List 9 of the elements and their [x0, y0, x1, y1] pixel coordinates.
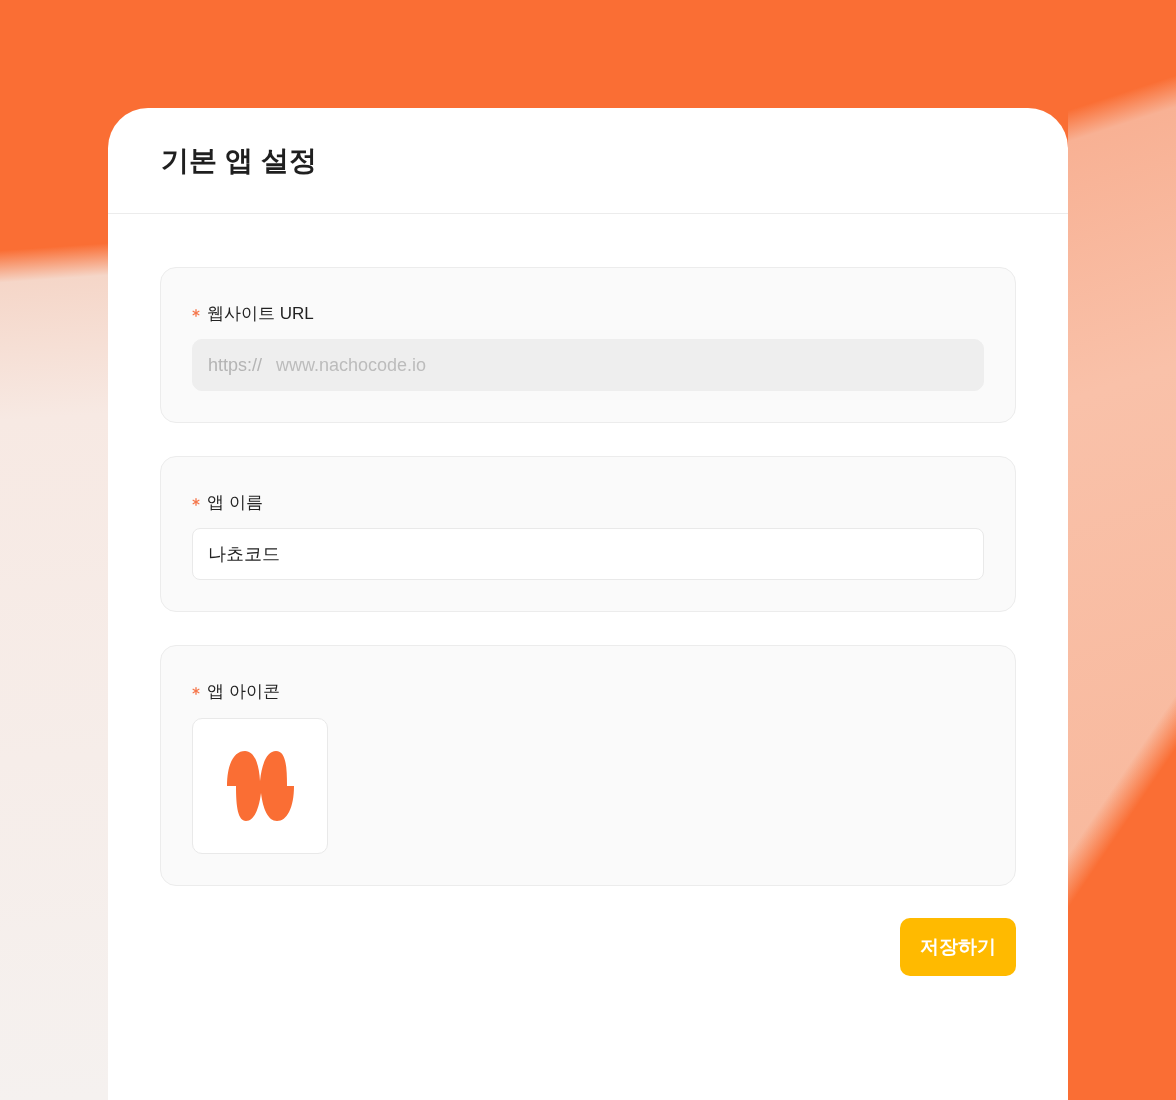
field-label: 앱 이름	[207, 491, 263, 514]
url-prefix: https://	[208, 354, 263, 376]
field-label: 앱 아이콘	[207, 680, 280, 703]
card-title: 기본 앱 설정	[161, 143, 317, 178]
wave-logo-icon	[226, 751, 294, 821]
text-field[interactable]: 나쵸코드	[192, 528, 984, 580]
icon-preview[interactable]	[192, 718, 328, 854]
save-button[interactable]: 저장하기	[900, 918, 1016, 976]
field-label: 웹사이트 URL	[207, 302, 314, 325]
